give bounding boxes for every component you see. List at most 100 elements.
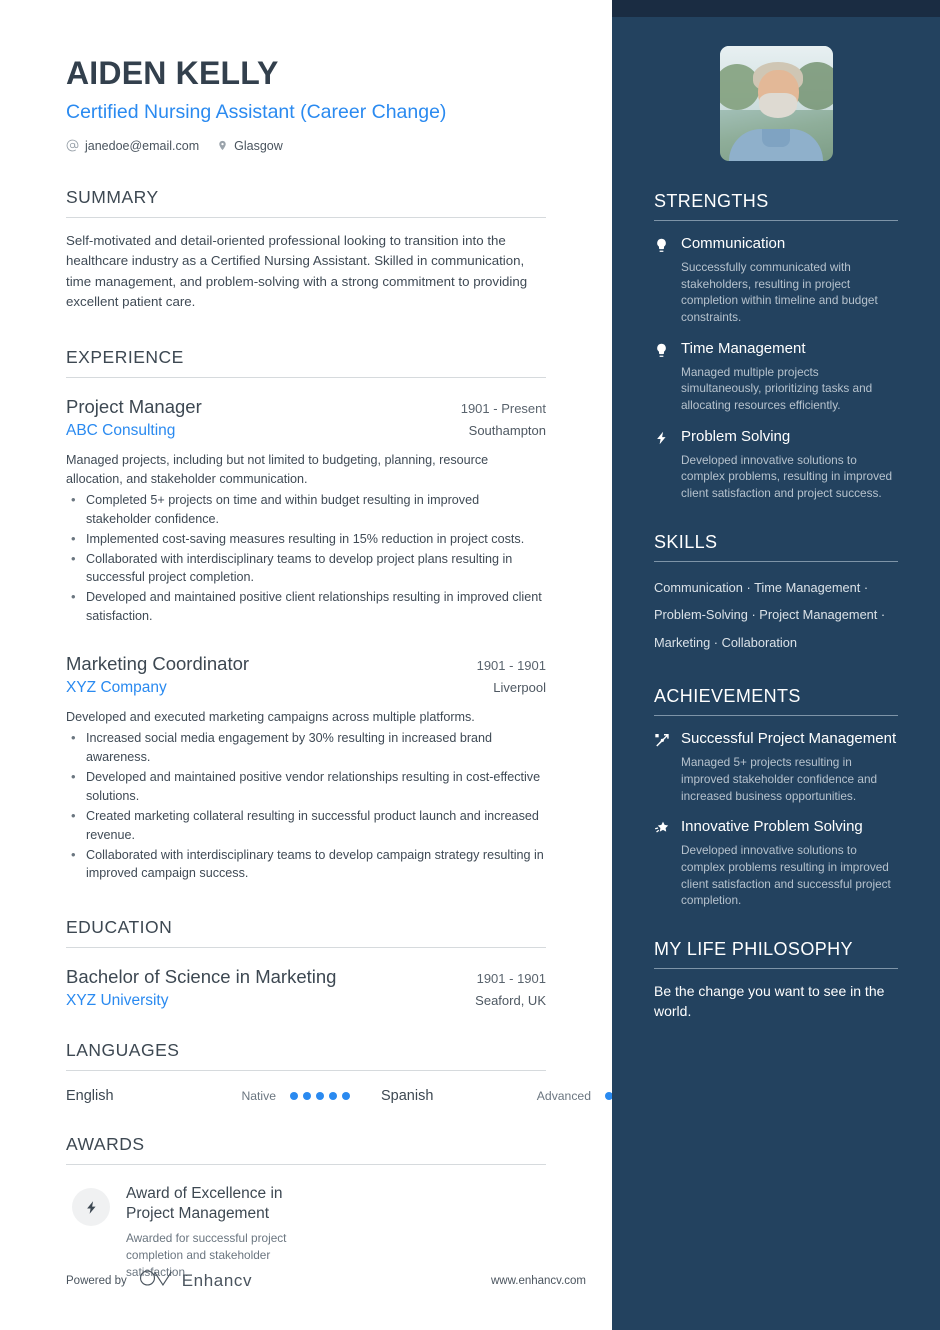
rating-dot <box>303 1092 311 1101</box>
award-title: Award of Excellence in Project Managemen… <box>126 1185 283 1223</box>
contact-location-text: Glasgow <box>234 138 283 153</box>
skills-list: Communication · Time Management · Proble… <box>654 574 898 657</box>
rating-dot <box>290 1092 298 1101</box>
website-url[interactable]: www.enhancv.com <box>491 1275 586 1287</box>
resume-main-column: AIDEN KELLY Certified Nursing Assistant … <box>0 0 665 1330</box>
footer: Powered by Enhancv www.enhancv.com <box>66 1269 586 1292</box>
experience-role: Project Manager <box>66 396 202 417</box>
lightning-bolt-icon <box>72 1188 110 1227</box>
achievement-description: Developed innovative solutions to comple… <box>681 843 891 908</box>
powered-by-label: Powered by <box>66 1274 127 1287</box>
strength-description: Successfully communicated with stakehold… <box>681 259 878 324</box>
award-item: Award of Excellence in Project Managemen… <box>66 1178 546 1281</box>
at-sign-icon <box>66 139 79 152</box>
summary-text: Self-motivated and detail-oriented profe… <box>66 232 528 310</box>
enhancv-logo-icon <box>139 1269 173 1292</box>
section-philosophy: MY LIFE PHILOSOPHY Be the change you wan… <box>654 939 898 1022</box>
lightbulb-icon <box>654 237 671 326</box>
skill-separator: · <box>880 607 886 623</box>
section-experience: EXPERIENCE Project Manager 1901 - Presen… <box>66 347 546 883</box>
language-item: English Native <box>66 1088 350 1104</box>
summary-heading: SUMMARY <box>66 187 546 218</box>
list-item: Completed 5+ projects on time and within… <box>66 490 546 529</box>
rating-dot <box>329 1092 337 1101</box>
skill-item: Collaboration <box>721 634 797 650</box>
brand-block: Enhancv <box>139 1269 252 1292</box>
strength-item: Communication Successfully communicated … <box>654 235 898 326</box>
education-entry: Bachelor of Science in Marketing 1901 - … <box>66 965 546 1010</box>
strength-item: Problem Solving Developed innovative sol… <box>654 428 898 502</box>
language-name: English <box>66 1088 114 1105</box>
page-title: AIDEN KELLY <box>66 55 279 91</box>
language-rating-dots <box>290 1092 350 1101</box>
experience-date: 1901 - Present <box>460 401 546 416</box>
achievement-title: Innovative Problem Solving <box>681 818 863 836</box>
language-level: Native <box>241 1089 276 1104</box>
lightning-bolt-icon <box>654 430 671 502</box>
education-date: 1901 - 1901 <box>476 971 546 987</box>
map-pin-icon <box>217 139 228 152</box>
education-degree: Bachelor of Science in Marketing <box>66 966 337 988</box>
experience-location: Southampton <box>468 423 546 439</box>
experience-location: Liverpool <box>493 680 546 696</box>
skill-separator: · <box>713 634 719 650</box>
list-item: Collaborated with interdisciplinary team… <box>66 845 546 884</box>
experience-description: Developed and executed marketing campaig… <box>66 710 475 725</box>
resume-sidebar: STRENGTHS Communication Successfully com… <box>612 0 940 1330</box>
skill-item: Marketing <box>654 634 711 650</box>
trending-up-icon <box>654 732 671 804</box>
experience-date: 1901 - 1901 <box>476 658 546 674</box>
section-education: EDUCATION Bachelor of Science in Marketi… <box>66 917 546 1010</box>
section-strengths: STRENGTHS Communication Successfully com… <box>654 191 898 502</box>
contact-email[interactable]: janedoe@email.com <box>66 139 199 153</box>
experience-role: Marketing Coordinator <box>66 653 250 675</box>
experience-description: Managed projects, including but not limi… <box>66 453 489 487</box>
avatar <box>719 46 833 161</box>
header-block: AIDEN KELLY Certified Nursing Assistant … <box>66 55 546 153</box>
achievement-description: Managed 5+ projects resulting in improve… <box>681 755 878 803</box>
philosophy-text: Be the change you want to see in the wor… <box>654 983 885 1020</box>
experience-entry: Marketing Coordinator 1901 - 1901 XYZ Co… <box>66 652 546 883</box>
achievement-title: Successful Project Management <box>681 730 897 748</box>
section-skills: SKILLS Communication · Time Management ·… <box>654 532 898 657</box>
skill-item: Problem-Solving <box>654 607 748 623</box>
skill-item: Project Management <box>759 607 878 623</box>
education-organization[interactable]: XYZ University <box>66 992 169 1010</box>
strength-item: Time Management Managed multiple project… <box>654 340 898 414</box>
list-item: Collaborated with interdisciplinary team… <box>66 549 546 588</box>
section-summary: SUMMARY Self-motivated and detail-orient… <box>66 187 546 313</box>
achievement-item: Successful Project Management Managed 5+… <box>654 730 898 804</box>
brand-name: Enhancv <box>181 1270 253 1290</box>
strength-title: Communication <box>681 235 786 252</box>
rating-dot <box>316 1092 324 1101</box>
achievement-item: Innovative Problem Solving Developed inn… <box>654 818 898 909</box>
languages-row: English Native Spanish Advanced <box>66 1084 665 1104</box>
powered-by-block: Powered by Enhancv <box>66 1269 252 1292</box>
contact-email-text: janedoe@email.com <box>85 138 200 153</box>
lightbulb-icon <box>654 342 671 414</box>
skill-separator: · <box>751 607 756 623</box>
contact-location: Glasgow <box>217 139 283 153</box>
strengths-heading: STRENGTHS <box>654 191 898 221</box>
language-level: Advanced <box>536 1089 591 1104</box>
strength-description: Developed innovative solutions to comple… <box>681 452 893 501</box>
list-item: Developed and maintained positive vendor… <box>66 767 546 806</box>
list-item: Implemented cost-saving measures resulti… <box>66 529 546 549</box>
shooting-star-icon <box>654 820 671 909</box>
philosophy-heading: MY LIFE PHILOSOPHY <box>654 939 898 969</box>
education-location: Seaford, UK <box>475 993 546 1009</box>
resume-page: AIDEN KELLY Certified Nursing Assistant … <box>0 0 940 1330</box>
section-achievements: ACHIEVEMENTS Successful Project Manageme… <box>654 686 898 909</box>
experience-bullets: Completed 5+ projects on time and within… <box>66 490 546 626</box>
skill-separator: · <box>863 579 869 595</box>
rating-dot <box>342 1092 350 1101</box>
skill-separator: · <box>746 579 751 595</box>
experience-entry: Project Manager 1901 - Present ABC Consu… <box>66 395 546 626</box>
skills-heading: SKILLS <box>654 532 898 562</box>
languages-heading: LANGUAGES <box>66 1040 546 1072</box>
experience-organization[interactable]: XYZ Company <box>66 679 167 697</box>
experience-bullets: Increased social media engagement by 30%… <box>66 728 546 884</box>
experience-organization[interactable]: ABC Consulting <box>66 422 175 440</box>
professional-title: Certified Nursing Assistant (Career Chan… <box>66 101 447 124</box>
strength-description: Managed multiple projects simultaneously… <box>681 364 873 413</box>
